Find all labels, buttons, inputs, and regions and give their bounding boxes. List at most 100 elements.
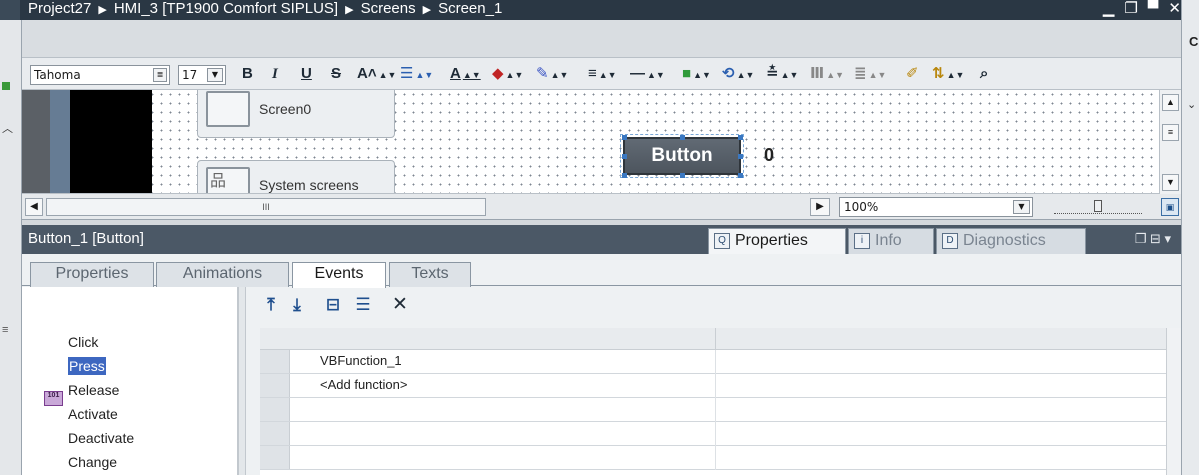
canvas-vertical-scrollbar[interactable]: ▲ ≡ ▼ (1159, 90, 1181, 194)
list-icon[interactable]: ☰ (352, 294, 374, 316)
table-row[interactable] (260, 422, 1166, 446)
italic-button[interactable]: I (272, 63, 278, 85)
table-row[interactable]: VBFunction_1 (260, 350, 1166, 374)
breadcrumb-screens[interactable]: Screens (361, 0, 416, 17)
resize-handle[interactable] (738, 173, 743, 178)
align-button[interactable]: ☰ ▲▼ (400, 63, 433, 85)
font-color-button[interactable]: A ▲▼ (450, 63, 481, 85)
info-icon: i (854, 233, 870, 249)
resize-handle[interactable] (622, 135, 627, 140)
function-name[interactable]: VBFunction_1 (320, 353, 402, 368)
line-width-icon[interactable]: ≡ ▲▼ (588, 63, 617, 85)
inspector-title: Button_1 [Button] (28, 230, 144, 247)
chevron-down-icon[interactable]: ⌄ (1187, 98, 1196, 111)
resize-handle[interactable] (622, 173, 627, 178)
list-icon[interactable]: ≣ (153, 68, 167, 82)
move-down-icon[interactable]: ⤓ (286, 294, 308, 316)
font-size-select[interactable]: 17 ▼ (178, 65, 226, 85)
minimize-icon[interactable]: ▁ (1103, 0, 1115, 18)
subtab-properties[interactable]: Properties (30, 262, 154, 287)
delete-icon[interactable]: ✕ (389, 294, 411, 316)
line-style-icon[interactable]: — ▲▼ (630, 63, 665, 85)
align-objects-icon[interactable]: ≛ ▲▼ (766, 63, 798, 85)
breadcrumb-project[interactable]: Project27 (28, 0, 91, 17)
maximize-icon[interactable]: ▀ (1148, 0, 1159, 18)
scroll-right-icon[interactable]: ▶ (810, 198, 830, 216)
tab-order-icon[interactable]: ⇅ ▲▼ (932, 63, 964, 85)
inspector-window-buttons[interactable]: ❐ ⊟ ▾ (1135, 231, 1171, 247)
bold-button[interactable]: B (242, 63, 253, 85)
nav-tile-screen0[interactable]: Screen0 (197, 90, 395, 138)
same-size-icon[interactable]: ≣ ▲▼ (854, 63, 886, 85)
right-dock-tab[interactable]: C (1189, 34, 1198, 49)
folder-icon[interactable]: ⊟ (322, 294, 344, 316)
resize-handle[interactable] (680, 173, 685, 178)
table-row[interactable]: <Add function> (260, 374, 1166, 398)
screen-preview-frame (22, 90, 50, 193)
screen-canvas[interactable]: Screen0 品 System screens Button 0 (22, 90, 1159, 194)
menu-icon[interactable]: ≡ (2, 324, 8, 336)
close-icon[interactable]: ✕ (1168, 0, 1181, 18)
resize-handle[interactable] (680, 135, 685, 140)
nav-tile-system-screens[interactable]: 品 System screens (197, 160, 395, 193)
resize-handle[interactable] (738, 154, 743, 159)
rotate-icon[interactable]: ⟲ ▲▼ (722, 63, 754, 85)
font-name-value: Tahoma (34, 68, 81, 82)
event-item-activate[interactable]: Activate (68, 405, 118, 423)
zoom-slider[interactable] (1054, 200, 1142, 214)
zoom-area-icon[interactable]: ⌕ (980, 63, 988, 85)
subtab-texts[interactable]: Texts (389, 262, 471, 287)
zoom-slider-knob[interactable] (1094, 200, 1102, 212)
breadcrumb-screen[interactable]: Screen_1 (438, 0, 502, 17)
event-item-release[interactable]: Release (68, 381, 119, 399)
event-item-press[interactable]: Press (68, 357, 106, 375)
dropdown-arrow-icon: ▲▼ (780, 70, 799, 80)
chevron-up-icon[interactable]: ︿ (2, 120, 13, 136)
add-function-cell[interactable]: <Add function> (320, 377, 407, 392)
scroll-grip-icon[interactable]: ≡ (1162, 124, 1179, 141)
distribute-icon[interactable]: Ⅲ ▲▼ (810, 63, 844, 85)
font-name-select[interactable]: Tahoma ≣ (30, 65, 170, 85)
strikethrough-button[interactable]: S (331, 63, 341, 85)
bring-to-front-icon[interactable]: ■ ▲▼ (682, 63, 711, 85)
text-size-button[interactable]: A˄ ▲▼ (357, 63, 396, 85)
table-row[interactable] (260, 398, 1166, 422)
format-painter-icon[interactable]: ✐ (906, 63, 919, 85)
chevron-down-icon[interactable]: ▼ (1013, 200, 1030, 214)
pane-splitter[interactable] (238, 287, 246, 475)
subtab-events[interactable]: Events (292, 262, 386, 288)
hmi-button[interactable]: Button (620, 134, 744, 178)
horizontal-scroll-thumb[interactable]: III (46, 198, 486, 216)
table-vertical-scrollbar[interactable] (1166, 328, 1181, 475)
fit-to-window-icon[interactable]: ▣ (1161, 198, 1179, 216)
resize-handle[interactable] (622, 154, 627, 159)
restore-icon[interactable]: ❐ (1124, 0, 1137, 18)
tab-diagnostics[interactable]: D Diagnostics (936, 228, 1086, 254)
line-color-icon[interactable]: ✎ ▲▼ (536, 63, 568, 85)
editor-tab-bar (22, 20, 1181, 58)
io-field-value[interactable]: 0 (764, 145, 774, 166)
breadcrumb-device[interactable]: HMI_3 [TP1900 Comfort SIPLUS] (114, 0, 338, 17)
fill-color-icon[interactable]: ◆ ▲▼ (492, 63, 523, 85)
dropdown-arrow-icon: ▲▼ (462, 70, 481, 80)
font-size-value: 17 (182, 68, 198, 82)
inspector-body: Properties Animations Events Texts Click… (22, 254, 1181, 475)
chevron-down-icon[interactable]: ▼ (207, 68, 223, 82)
resize-handle[interactable] (738, 135, 743, 140)
scroll-left-icon[interactable]: ◀ (25, 198, 43, 216)
subtab-animations[interactable]: Animations (156, 262, 289, 287)
event-item-click[interactable]: Click (68, 333, 98, 351)
table-row[interactable] (260, 446, 1166, 470)
tab-info[interactable]: i Info (848, 228, 934, 254)
event-item-deactivate[interactable]: Deactivate (68, 429, 134, 447)
zoom-select[interactable]: 100% ▼ (839, 197, 1033, 217)
move-up-icon[interactable]: ⤒ (260, 294, 282, 316)
title-bar: Project27 ▶ HMI_3 [TP1900 Comfort SIPLUS] ▶… (0, 0, 1199, 20)
scroll-down-icon[interactable]: ▼ (1162, 174, 1179, 191)
font-color-label: A (450, 65, 461, 82)
tab-properties[interactable]: Q Properties (708, 228, 846, 254)
scroll-up-icon[interactable]: ▲ (1162, 94, 1179, 111)
event-item-change[interactable]: Change (68, 453, 117, 471)
collapse-left-tab[interactable] (0, 0, 20, 20)
underline-button[interactable]: U (301, 63, 312, 85)
